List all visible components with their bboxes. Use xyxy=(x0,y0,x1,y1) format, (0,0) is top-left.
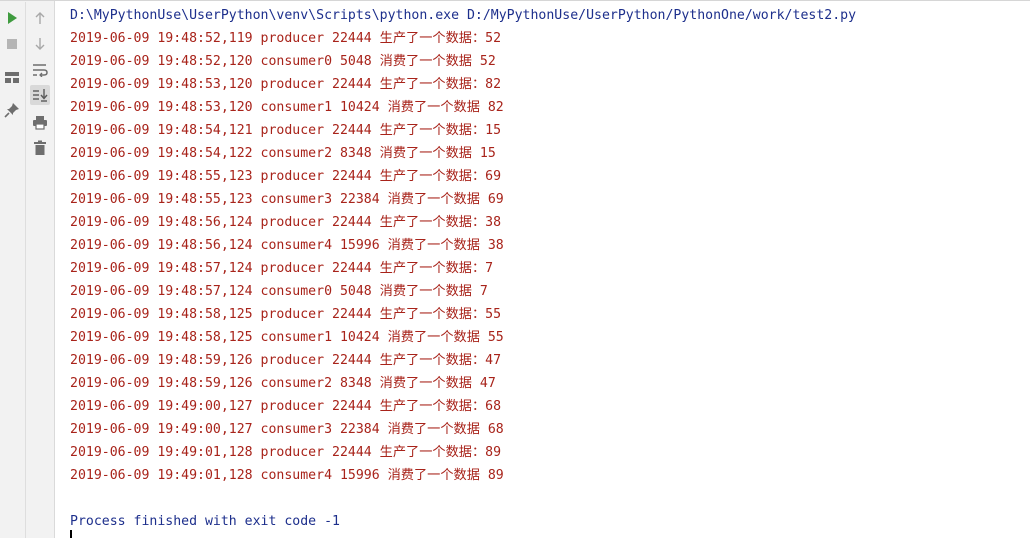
down-arrow-icon xyxy=(35,38,45,50)
log-line: 2019-06-09 19:48:56,124 consumer4 15996 … xyxy=(70,238,504,253)
print-icon xyxy=(33,115,47,130)
run-icon xyxy=(8,12,17,24)
log-line: 2019-06-09 19:48:52,120 consumer0 5048 消… xyxy=(70,54,496,69)
soft-wrap-icon xyxy=(33,64,48,77)
pin-icon xyxy=(4,103,19,118)
console-output[interactable]: D:\MyPythonUse\UserPython\venv\Scripts\p… xyxy=(70,4,1030,533)
log-line: 2019-06-09 19:48:57,124 producer 22444 生… xyxy=(70,261,494,276)
trash-icon xyxy=(34,140,46,155)
log-line: 2019-06-09 19:48:59,126 producer 22444 生… xyxy=(70,353,502,368)
log-line: 2019-06-09 19:49:00,127 consumer3 22384 … xyxy=(70,422,504,437)
scroll-to-end-icon xyxy=(33,89,48,102)
up-arrow-icon xyxy=(35,12,45,24)
layout-icon xyxy=(5,72,19,83)
log-line: 2019-06-09 19:48:55,123 consumer3 22384 … xyxy=(70,192,504,207)
log-line: 2019-06-09 19:48:55,123 producer 22444 生… xyxy=(70,169,502,184)
restore-layout-button[interactable] xyxy=(2,67,22,87)
run-tool-window-toolbar xyxy=(0,1,55,538)
log-line: 2019-06-09 19:48:57,124 consumer0 5048 消… xyxy=(70,284,488,299)
text-cursor xyxy=(70,530,72,538)
stop-icon xyxy=(7,39,17,49)
log-line: 2019-06-09 19:48:56,124 producer 22444 生… xyxy=(70,215,502,230)
top-border xyxy=(0,0,1030,1)
log-line: 2019-06-09 19:48:52,119 producer 22444 生… xyxy=(70,31,502,46)
log-line: 2019-06-09 19:48:58,125 producer 22444 生… xyxy=(70,307,502,322)
run-command-line: D:\MyPythonUse\UserPython\venv\Scripts\p… xyxy=(70,8,857,23)
log-line: 2019-06-09 19:48:54,122 consumer2 8348 消… xyxy=(70,146,496,161)
toolbar-column-divider xyxy=(25,2,26,538)
soft-wrap-button[interactable] xyxy=(30,60,50,80)
log-line: 2019-06-09 19:48:59,126 consumer2 8348 消… xyxy=(70,376,496,391)
exit-status-line: Process finished with exit code -1 xyxy=(70,514,340,529)
pin-tab-button[interactable] xyxy=(2,100,22,120)
print-button[interactable] xyxy=(30,112,50,132)
log-line: 2019-06-09 19:48:58,125 consumer1 10424 … xyxy=(70,330,504,345)
log-lines: 2019-06-09 19:48:52,119 producer 22444 生… xyxy=(70,27,1030,487)
log-line: 2019-06-09 19:49:01,128 consumer4 15996 … xyxy=(70,468,504,483)
log-line: 2019-06-09 19:48:53,120 consumer1 10424 … xyxy=(70,100,504,115)
previous-occurrence-button[interactable] xyxy=(30,8,50,28)
clear-all-button[interactable] xyxy=(30,138,50,158)
log-line: 2019-06-09 19:48:53,120 producer 22444 生… xyxy=(70,77,502,92)
log-line: 2019-06-09 19:49:00,127 producer 22444 生… xyxy=(70,399,502,414)
log-line: 2019-06-09 19:48:54,121 producer 22444 生… xyxy=(70,123,502,138)
log-line: 2019-06-09 19:49:01,128 producer 22444 生… xyxy=(70,445,502,460)
rerun-button[interactable] xyxy=(2,8,22,28)
next-occurrence-button[interactable] xyxy=(30,34,50,54)
scroll-to-end-button[interactable] xyxy=(30,85,50,105)
stop-button[interactable] xyxy=(2,34,22,54)
